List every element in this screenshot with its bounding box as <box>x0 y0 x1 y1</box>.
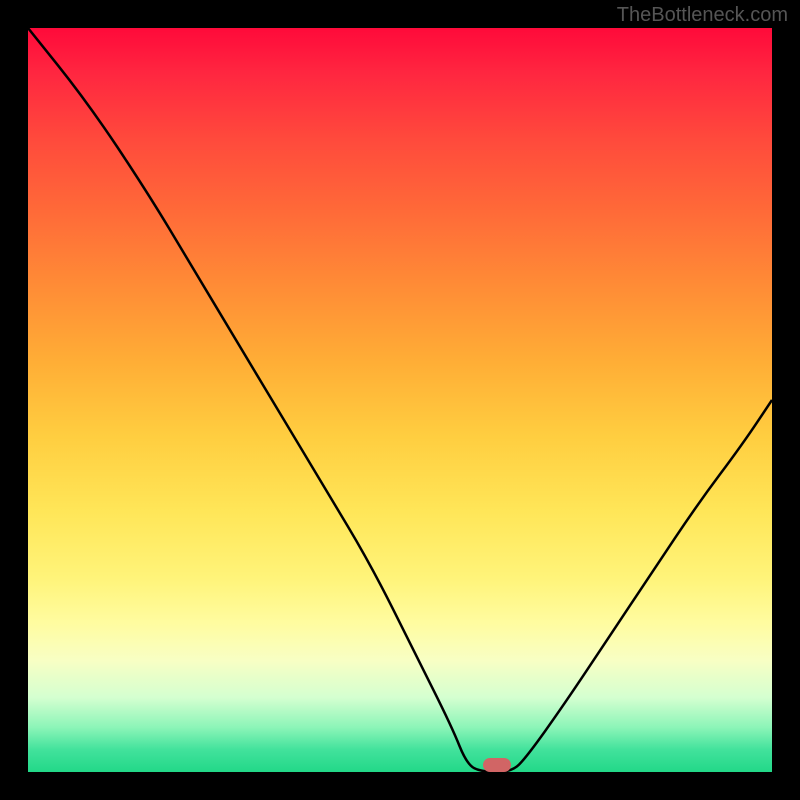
chart-curve-svg <box>28 28 772 772</box>
bottleneck-curve-path <box>28 28 772 772</box>
chart-container <box>28 28 772 772</box>
optimal-marker <box>483 758 511 772</box>
watermark-text: TheBottleneck.com <box>617 4 788 27</box>
